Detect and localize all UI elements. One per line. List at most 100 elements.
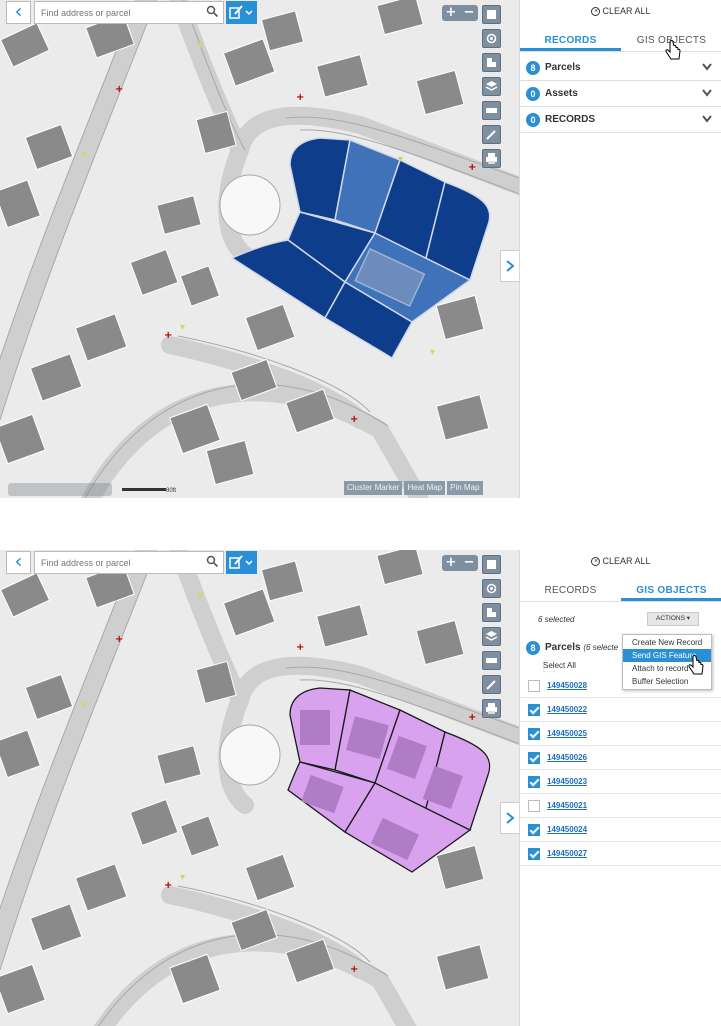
map-canvas[interactable]: + + + + + ▾ ▾ ▾ ▾ ▾ — [0, 0, 519, 498]
draw-tool-button[interactable] — [226, 1, 257, 24]
section-records[interactable]: 0 RECORDS — [520, 107, 721, 133]
measure-button[interactable] — [482, 651, 501, 670]
expand-panel-button[interactable] — [500, 250, 519, 282]
clear-all-button[interactable]: × CLEAR ALL — [520, 556, 721, 567]
edit-button[interactable] — [482, 675, 501, 694]
parcel-row[interactable]: 149450024 — [520, 818, 721, 842]
tab-gis-objects[interactable]: GIS OBJECTS — [621, 582, 721, 601]
parcel-checkbox[interactable] — [528, 848, 540, 860]
svg-text:▾: ▾ — [430, 347, 435, 358]
parcel-row[interactable]: 149450027 — [520, 842, 721, 866]
chevron-right-icon — [506, 812, 515, 824]
search-icon[interactable] — [206, 5, 219, 18]
parcel-checkbox[interactable] — [528, 704, 540, 716]
parcel-id-link[interactable]: 149450021 — [547, 801, 587, 810]
chevron-down-icon — [702, 63, 712, 71]
parcel-id-link[interactable]: 149450023 — [547, 777, 587, 786]
parcel-checkbox[interactable] — [528, 800, 540, 812]
parcel-checkbox[interactable] — [528, 728, 540, 740]
chevron-down-icon — [702, 115, 712, 123]
back-button[interactable]: ‹ — [6, 551, 31, 574]
menu-item-create-record[interactable]: Create New Record — [623, 636, 711, 649]
legend-button[interactable] — [482, 53, 501, 72]
parcel-row[interactable]: 149450022 — [520, 698, 721, 722]
section-label: Assets — [545, 88, 578, 99]
svg-text:+: + — [296, 642, 304, 653]
heat-map-button[interactable]: Heat Map — [404, 481, 446, 495]
map-canvas[interactable]: + + + + + ▾ ▾ ▾ — [0, 550, 519, 1026]
cluster-marker-button[interactable]: Cluster Marker — [344, 481, 403, 495]
svg-text:▾: ▾ — [82, 700, 87, 711]
back-button[interactable]: ‹ — [6, 1, 31, 24]
map-view[interactable]: + + + + + ▾ ▾ ▾ ▾ ▾ ‹ + − — [0, 0, 519, 498]
section-assets[interactable]: 0 Assets — [520, 81, 721, 107]
print-button[interactable] — [482, 699, 501, 718]
svg-text:+: + — [296, 92, 304, 103]
clear-icon: × — [591, 557, 601, 567]
locate-icon — [486, 33, 497, 44]
panel-tabs: RECORDS GIS OBJECTS — [520, 32, 721, 52]
measure-button[interactable] — [482, 101, 501, 120]
search-icon[interactable] — [206, 555, 219, 568]
parcels-label: Parcels (6 selecte — [545, 642, 618, 653]
pin-map-button[interactable]: Pin Map — [447, 481, 483, 495]
search-input[interactable] — [35, 2, 200, 23]
zoom-in-button[interactable]: + — [442, 555, 460, 571]
parcel-id-link[interactable]: 149450022 — [547, 705, 587, 714]
search-bar: ‹ — [6, 551, 257, 574]
basemap-button[interactable] — [482, 627, 501, 646]
parcel-checkbox[interactable] — [528, 824, 540, 836]
actions-dropdown[interactable]: ACTIONS ▾ — [647, 612, 699, 626]
parcel-row[interactable]: 149450023 — [520, 770, 721, 794]
parcel-id-link[interactable]: 149450024 — [547, 825, 587, 834]
overview-control[interactable] — [8, 483, 112, 496]
locate-button[interactable] — [482, 579, 501, 598]
map-toolbar — [482, 5, 501, 173]
legend-icon — [487, 58, 496, 67]
parcel-checkbox[interactable] — [528, 776, 540, 788]
zoom-in-button[interactable]: + — [442, 5, 460, 21]
parcels-count-badge: 8 — [526, 641, 540, 655]
parcel-row[interactable]: 149450026 — [520, 746, 721, 770]
svg-text:▾: ▾ — [198, 40, 203, 51]
parcel-id-link[interactable]: 149450028 — [547, 681, 587, 690]
svg-text:+: + — [164, 880, 172, 891]
parcel-row[interactable]: 149450021 — [520, 794, 721, 818]
svg-text:+: + — [115, 634, 123, 645]
draw-tool-button[interactable] — [226, 551, 257, 574]
edit-icon — [486, 680, 496, 690]
tab-records[interactable]: RECORDS — [520, 582, 621, 601]
measure-icon — [486, 658, 497, 663]
parcel-checkbox[interactable] — [528, 752, 540, 764]
records-count-badge: 0 — [526, 113, 540, 127]
search-bar: ‹ — [6, 1, 257, 24]
layers-toggle-button[interactable] — [482, 5, 501, 24]
parcel-id-link[interactable]: 149450026 — [547, 753, 587, 762]
hand-cursor-icon — [688, 655, 704, 675]
parcel-id-link[interactable]: 149450027 — [547, 849, 587, 858]
parcel-id-link[interactable]: 149450025 — [547, 729, 587, 738]
layers-toggle-icon — [487, 10, 496, 19]
svg-text:+: + — [468, 712, 476, 723]
edit-button[interactable] — [482, 125, 501, 144]
clear-all-label: CLEAR ALL — [602, 6, 651, 16]
svg-text:+: + — [350, 414, 358, 425]
expand-panel-button[interactable] — [500, 802, 519, 834]
edit-icon — [486, 130, 496, 140]
parcel-row[interactable]: 149450025 — [520, 722, 721, 746]
parcel-checkbox[interactable] — [528, 680, 540, 692]
zoom-out-button[interactable]: − — [460, 5, 478, 21]
scale-label: 80ft — [166, 488, 177, 494]
section-parcels[interactable]: 8 Parcels — [520, 55, 721, 81]
tab-records[interactable]: RECORDS — [520, 32, 621, 51]
measure-icon — [486, 108, 497, 113]
zoom-out-button[interactable]: − — [460, 555, 478, 571]
clear-all-button[interactable]: × CLEAR ALL — [520, 6, 721, 17]
basemap-button[interactable] — [482, 77, 501, 96]
print-button[interactable] — [482, 149, 501, 168]
map-view[interactable]: + + + + + ▾ ▾ ▾ ‹ + − — [0, 550, 519, 1026]
locate-button[interactable] — [482, 29, 501, 48]
layers-toggle-button[interactable] — [482, 555, 501, 574]
search-input[interactable] — [35, 552, 200, 573]
legend-button[interactable] — [482, 603, 501, 622]
